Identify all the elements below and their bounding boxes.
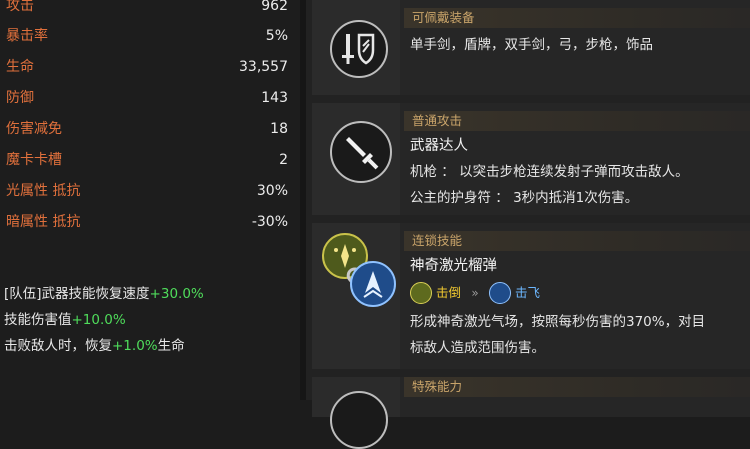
stat-label: 魔卡卡槽 bbox=[6, 152, 62, 168]
icon-box bbox=[312, 377, 400, 449]
chevron-right-icon: » bbox=[471, 286, 479, 300]
weapon-details-panel: 可佩戴装备 单手剑，盾牌，双手剑，弓，步枪，饰品 普通攻击 武器达人 机枪 ： … bbox=[306, 0, 750, 449]
stat-label: 光属性 抵抗 bbox=[6, 183, 81, 199]
tag-label: 击飞 bbox=[514, 285, 540, 300]
stat-row-attack: 攻击 962 bbox=[6, 0, 288, 21]
launch-small-icon bbox=[488, 282, 511, 304]
stat-value: 18 bbox=[270, 121, 288, 137]
card-header: 可佩戴装备 bbox=[404, 8, 750, 28]
stat-value: 962 bbox=[261, 0, 288, 14]
normal-attack-card: 普通攻击 武器达人 机枪 ： 以突击步枪连续发射子弹而攻击敌人。 公主的护身符 … bbox=[312, 103, 750, 215]
skill-desc-line: 形成神奇激光气场，按照每秒伤害的370%，对目 bbox=[410, 314, 706, 330]
stat-row-hp: 生命 33,557 bbox=[6, 52, 288, 82]
equip-card: 可佩戴装备 单手剑，盾牌，双手剑，弓，步枪，饰品 bbox=[312, 0, 750, 95]
special-ability-card: 特殊能力 bbox=[312, 377, 750, 449]
stat-label: 暴击率 bbox=[6, 28, 48, 44]
stat-value: -30% bbox=[251, 214, 288, 230]
card-header: 普通攻击 bbox=[404, 111, 750, 131]
tag-label: 击倒 bbox=[436, 285, 462, 300]
stat-row-light-resist: 光属性 抵抗 30% bbox=[6, 176, 288, 206]
stat-value: 143 bbox=[261, 90, 288, 106]
skill-desc-line: 公主的护身符 ： 3秒内抵消1次伤害。 bbox=[410, 190, 639, 206]
bonus-text: 击败敌人时，恢复 bbox=[4, 338, 112, 354]
icon-box bbox=[312, 223, 400, 369]
stats-panel: 攻击 962 暴击率 5% 生命 33,557 防御 143 伤害减免 18 魔… bbox=[0, 0, 300, 400]
chain-skill-card: 连锁技能 神奇激光榴弹 击倒 » 击飞 形成神奇激光气场，按照每秒伤害的370%… bbox=[312, 223, 750, 369]
tag-launch: 击飞 bbox=[488, 281, 540, 305]
stat-row-dark-resist: 暗属性 抵抗 -30% bbox=[6, 207, 288, 237]
stat-value: 2 bbox=[279, 152, 288, 168]
stat-label: 暗属性 抵抗 bbox=[6, 214, 81, 230]
skill-desc-line: 机枪 ： 以突击步枪连续发射子弹而攻击敌人。 bbox=[410, 164, 689, 180]
equip-list: 单手剑，盾牌，双手剑，弓，步枪，饰品 bbox=[410, 37, 653, 53]
card-header: 连锁技能 bbox=[404, 231, 750, 251]
bonus-value: +30.0% bbox=[149, 286, 204, 302]
bonus-text: 技能伤害值 bbox=[4, 312, 72, 328]
skill-name: 武器达人 bbox=[410, 138, 468, 154]
bonus-text: [队伍]武器技能恢复速度 bbox=[4, 286, 150, 302]
bonus-suffix: 生命 bbox=[157, 338, 185, 354]
card-header: 特殊能力 bbox=[404, 377, 750, 397]
sword-icon bbox=[330, 121, 392, 183]
stat-row-defense: 防御 143 bbox=[6, 83, 288, 113]
sword-shield-icon bbox=[330, 20, 388, 78]
icon-box bbox=[312, 0, 400, 95]
bonus-value: +10.0% bbox=[71, 312, 126, 328]
stat-value: 5% bbox=[265, 28, 288, 44]
launch-icon bbox=[350, 261, 396, 307]
skill-desc-line: 标敌人造成范围伤害。 bbox=[410, 340, 545, 356]
skill-name: 神奇激光榴弹 bbox=[410, 258, 497, 274]
stat-label: 防御 bbox=[6, 90, 34, 106]
bonus-value: +1.0% bbox=[112, 338, 158, 354]
bonus-row: 击败敌人时，恢复+1.0%生命 bbox=[4, 335, 185, 357]
stat-label: 伤害减免 bbox=[6, 121, 62, 137]
stat-label: 攻击 bbox=[6, 0, 34, 14]
skill-tags: 击倒 » 击飞 bbox=[410, 281, 540, 305]
stat-value: 30% bbox=[256, 183, 288, 199]
stat-row-damage-reduction: 伤害减免 18 bbox=[6, 114, 288, 144]
stat-value: 33,557 bbox=[239, 59, 288, 75]
tag-knockdown: 击倒 bbox=[410, 281, 461, 305]
stat-label: 生命 bbox=[6, 59, 34, 75]
stat-row-crit-rate: 暴击率 5% bbox=[6, 21, 288, 51]
stat-row-card-slots: 魔卡卡槽 2 bbox=[6, 145, 288, 175]
knockdown-small-icon bbox=[410, 282, 432, 304]
icon-box bbox=[312, 103, 400, 215]
bonus-row: [队伍]武器技能恢复速度+30.0% bbox=[4, 283, 204, 305]
bonus-row: 技能伤害值+10.0% bbox=[4, 309, 126, 331]
